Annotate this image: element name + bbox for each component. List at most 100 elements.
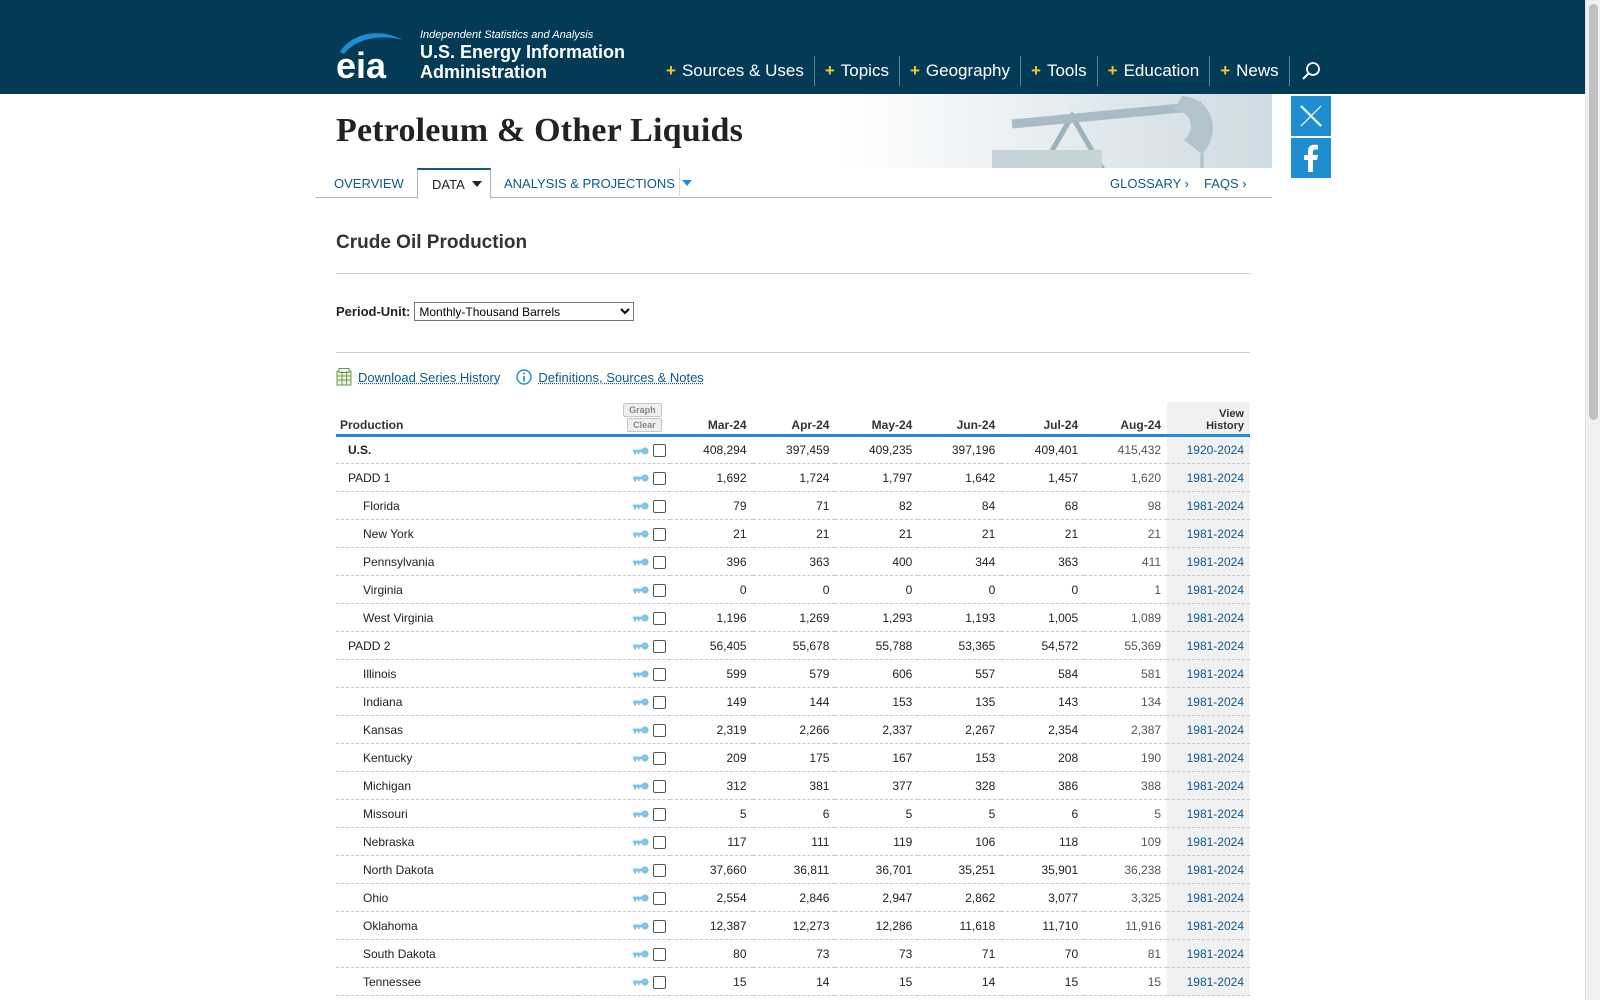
row-controls	[578, 827, 670, 856]
series-key-icon[interactable]	[632, 557, 649, 567]
row-name: Ohio	[336, 883, 579, 912]
value-cell: 2,846	[752, 883, 836, 912]
series-key-icon[interactable]	[632, 669, 649, 679]
value-cell: 5	[918, 799, 1002, 828]
view-history-link[interactable]: 1981-2024	[1167, 463, 1250, 492]
download-series-history-link[interactable]: Download Series History	[358, 370, 500, 385]
table-row: U.S. 408,294 397,459 409,235 397,196 409,401 4…	[336, 435, 1250, 464]
series-key-icon[interactable]	[632, 501, 649, 511]
series-key-icon[interactable]	[632, 921, 649, 931]
view-history-link[interactable]: 1981-2024	[1167, 743, 1250, 772]
view-history-link[interactable]: 1981-2024	[1167, 659, 1250, 688]
tab-overview[interactable]: Overview	[320, 168, 424, 198]
graph-select-checkbox[interactable]	[652, 695, 666, 709]
graph-select-checkbox[interactable]	[652, 947, 666, 961]
series-key-icon[interactable]	[632, 585, 649, 595]
series-key-icon[interactable]	[632, 753, 649, 763]
series-key-icon[interactable]	[632, 529, 649, 539]
view-history-link[interactable]: 1981-2024	[1167, 883, 1250, 912]
value-cell: 117	[669, 827, 753, 856]
nav-tools[interactable]: + Tools	[1021, 56, 1098, 86]
section-banner: Petroleum & Other Liquids	[316, 94, 1272, 168]
series-key-icon[interactable]	[632, 781, 649, 791]
graph-select-checkbox[interactable]	[652, 499, 666, 513]
series-key-icon[interactable]	[632, 809, 649, 819]
series-key-icon[interactable]	[632, 613, 649, 623]
graph-select-checkbox[interactable]	[652, 639, 666, 653]
series-key-icon[interactable]	[632, 473, 649, 483]
clear-button[interactable]: Clear	[627, 418, 662, 432]
graph-select-checkbox[interactable]	[652, 779, 666, 793]
page-scrollbar[interactable]	[1585, 0, 1600, 1000]
value-cell: 579	[752, 659, 836, 688]
twitter-share-button[interactable]	[1291, 96, 1331, 136]
graph-select-checkbox[interactable]	[652, 723, 666, 737]
scrollbar-thumb[interactable]	[1589, 4, 1598, 420]
graph-select-checkbox[interactable]	[652, 863, 666, 877]
view-history-link[interactable]: 1981-2024	[1167, 855, 1250, 884]
series-key-icon[interactable]	[632, 697, 649, 707]
definitions-sources-notes-link[interactable]: Definitions, Sources & Notes	[538, 370, 703, 385]
series-key-icon[interactable]	[632, 949, 649, 959]
value-cell: 0	[835, 575, 919, 604]
series-key-icon[interactable]	[632, 893, 649, 903]
view-history-link[interactable]: 1981-2024	[1167, 687, 1250, 716]
view-history-link[interactable]: 1981-2024	[1167, 631, 1250, 660]
nav-topics[interactable]: + Topics	[815, 56, 900, 86]
search-button[interactable]	[1296, 56, 1326, 86]
graph-button[interactable]: Graph	[623, 403, 662, 417]
table-row: Virginia 0 0 0 0 0 1 1981-2024	[336, 575, 1250, 604]
view-history-link[interactable]: 1981-2024	[1167, 799, 1250, 828]
row-controls	[578, 687, 670, 716]
series-key-icon[interactable]	[632, 725, 649, 735]
graph-select-checkbox[interactable]	[652, 891, 666, 905]
graph-select-checkbox[interactable]	[652, 807, 666, 821]
series-key-icon[interactable]	[632, 837, 649, 847]
view-history-link[interactable]: 1981-2024	[1167, 911, 1250, 940]
graph-select-checkbox[interactable]	[652, 555, 666, 569]
table-row: Kansas 2,319 2,266 2,337 2,267 2,354 2,387 1981…	[336, 715, 1250, 744]
nav-sources-uses[interactable]: + Sources & Uses	[656, 56, 815, 86]
glossary-link[interactable]: Glossary ›	[1096, 168, 1203, 198]
view-history-link[interactable]: 1981-2024	[1167, 575, 1250, 604]
view-history-link[interactable]: 1981-2024	[1167, 939, 1250, 968]
graph-select-checkbox[interactable]	[652, 444, 666, 458]
nav-geography[interactable]: + Geography	[900, 56, 1022, 86]
graph-select-checkbox[interactable]	[652, 611, 666, 625]
view-history-link[interactable]: 1920-2024	[1167, 435, 1250, 464]
tab-analysis-projections[interactable]: Analysis & Projections	[490, 168, 692, 198]
row-controls	[578, 883, 670, 912]
view-history-link[interactable]: 1981-2024	[1167, 547, 1250, 576]
nav-education[interactable]: + Education	[1098, 56, 1211, 86]
value-cell: 175	[752, 743, 836, 772]
graph-select-checkbox[interactable]	[652, 751, 666, 765]
graph-select-checkbox[interactable]	[652, 527, 666, 541]
eia-logo[interactable]: eia Independent Statistics and Analysis …	[336, 26, 626, 86]
nav-news[interactable]: + News	[1210, 56, 1290, 86]
row-name: West Virginia	[336, 603, 579, 632]
view-history-link[interactable]: 1981-2024	[1167, 715, 1250, 744]
graph-select-checkbox[interactable]	[652, 975, 666, 989]
graph-select-checkbox[interactable]	[652, 667, 666, 681]
view-history-link[interactable]: 1981-2024	[1167, 827, 1250, 856]
view-history-link[interactable]: 1981-2024	[1167, 519, 1250, 548]
series-key-icon[interactable]	[632, 865, 649, 875]
view-history-link[interactable]: 1981-2024	[1167, 771, 1250, 800]
graph-select-checkbox[interactable]	[652, 583, 666, 597]
series-key-icon[interactable]	[632, 641, 649, 651]
series-key-icon[interactable]	[632, 446, 649, 456]
faqs-link[interactable]: FAQs ›	[1190, 168, 1261, 198]
graph-select-checkbox[interactable]	[652, 471, 666, 485]
period-unit-select[interactable]: Monthly-Thousand Barrels	[414, 302, 635, 321]
graph-select-checkbox[interactable]	[652, 919, 666, 933]
facebook-icon	[1304, 144, 1318, 172]
view-history-link[interactable]: 1981-2024	[1167, 967, 1250, 996]
view-history-link[interactable]: 1981-2024	[1167, 491, 1250, 520]
row-controls	[578, 603, 670, 632]
view-history-link[interactable]: 1981-2024	[1167, 603, 1250, 632]
series-key-icon[interactable]	[632, 977, 649, 987]
graph-select-checkbox[interactable]	[652, 835, 666, 849]
value-cell: 70	[1001, 939, 1085, 968]
facebook-share-button[interactable]	[1291, 138, 1331, 178]
tab-data[interactable]: Data	[417, 168, 491, 199]
